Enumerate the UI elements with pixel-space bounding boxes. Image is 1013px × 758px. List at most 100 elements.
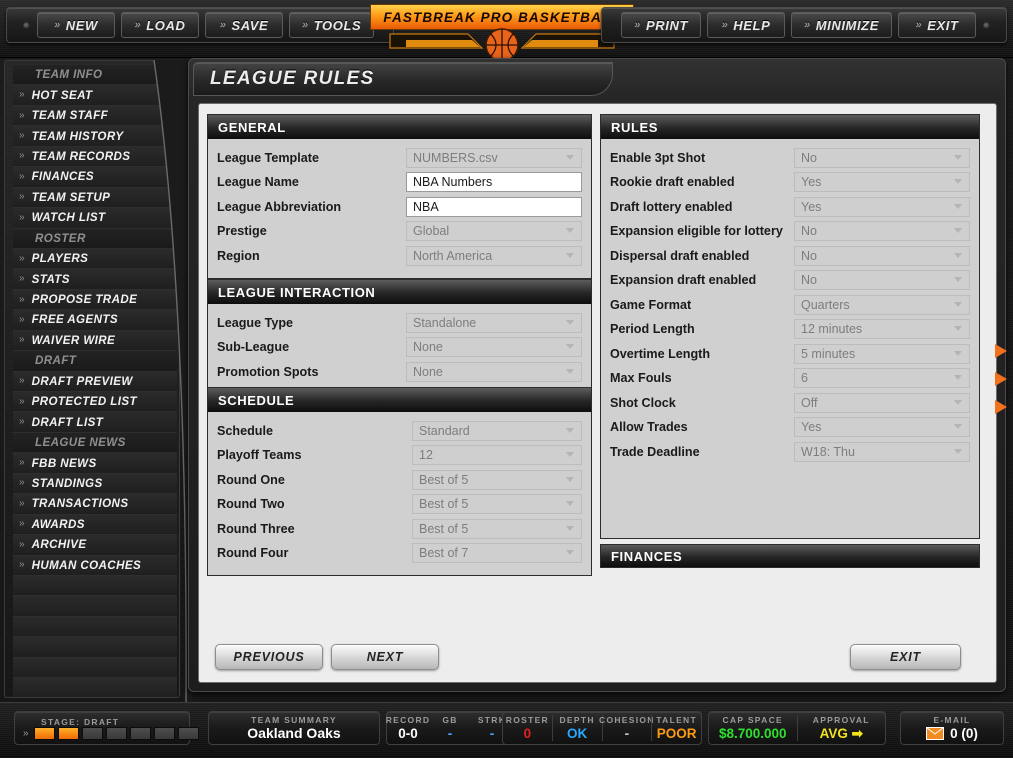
field-label: Round Two [217,497,285,512]
sidebar-item-blank-27 [13,616,177,638]
sidebar-item-archive[interactable]: » ARCHIVE [13,535,177,556]
chevron-down-icon [954,375,963,381]
select-schedule[interactable]: Standard [412,420,582,441]
sidebar-item-draft-list[interactable]: » DRAFT LIST [13,412,177,433]
select-draft-lottery-enabled[interactable]: Yes [794,196,970,217]
sidebar-item-awards[interactable]: » AWARDS [13,514,177,536]
top-menu-right: » PRINT » HELP » MINIMIZE » EXIT [601,7,1007,43]
team-summary-pod: TEAM SUMMARY Oakland Oaks [208,711,380,745]
stat-roster: ROSTER 0 [503,715,552,741]
field-value: NUMBERS.csv [413,150,498,165]
chevron-right-icon: » [19,559,25,571]
sidebar-item-team-records[interactable]: » TEAM RECORDS [13,146,177,168]
select-round-four[interactable]: Best of 7 [412,543,582,564]
select-region[interactable]: North America [406,245,582,266]
sidebar-item-finances[interactable]: » FINANCES [13,167,177,188]
menu-button-minimize[interactable]: » MINIMIZE [790,12,892,38]
section-schedule: SCHEDULE Schedule Standard Playoff Teams 12… [207,387,592,576]
select-round-two[interactable]: Best of 5 [412,494,582,515]
select-max-fouls[interactable]: 6 [794,368,970,389]
menu-button-load[interactable]: » LOAD [121,12,199,38]
sidebar-item-label: DRAFT [35,354,77,368]
sidebar-item-waiver-wire[interactable]: » WAIVER WIRE [13,330,177,352]
select-league-type[interactable]: Standalone [406,312,582,333]
field-value: North America [413,248,493,263]
select-expansion-eligible-for-lottery[interactable]: No [794,221,970,242]
select-league-template[interactable]: NUMBERS.csv [406,147,582,168]
menu-button-label: SAVE [231,17,269,33]
chevron-down-icon [566,319,575,326]
sidebar-item-human-coaches[interactable]: » HUMAN COACHES [13,555,177,576]
sidebar-item-free-agents[interactable]: » FREE AGENTS [13,310,177,331]
select-game-format[interactable]: Quarters [794,294,970,315]
previous-button[interactable]: PREVIOUS [215,644,323,670]
section-header: SCHEDULE [208,388,591,412]
select-round-three[interactable]: Best of 5 [412,518,582,539]
menu-button-label: TOOLS [313,17,362,33]
sidebar-item-team-setup[interactable]: » TEAM SETUP [13,187,177,209]
sidebar-item-draft-preview[interactable]: » DRAFT PREVIEW [13,371,177,392]
arrow-right-icon [995,372,1007,386]
menu-button-exit[interactable]: » EXIT [898,12,976,38]
select-allow-trades[interactable]: Yes [794,417,970,438]
sidebar-item-players[interactable]: » PLAYERS [13,248,177,270]
select-period-length[interactable]: 12 minutes [794,319,970,340]
select-rookie-draft-enabled[interactable]: Yes [794,172,970,193]
menu-button-print[interactable]: » PRINT [621,12,701,38]
select-promotion-spots[interactable]: None [406,361,582,382]
sidebar-nav[interactable]: TEAM INFO » HOT SEAT » TEAM STAFF » TEAM HISTO… [4,60,180,698]
sidebar-item-team-history[interactable]: » TEAM HISTORY [13,126,177,147]
chevron-right-icon: » [19,293,25,305]
sidebar-item-stats[interactable]: » STATS [13,269,177,290]
field-value: Yes [801,175,822,190]
email-pod[interactable]: E-MAIL 0 (0) [900,711,1004,745]
sidebar-item-fbb-news[interactable]: » FBB NEWS [13,453,177,474]
stage-block [33,726,55,740]
menu-button-tools[interactable]: » TOOLS [289,12,375,38]
stat-record: RECORD 0-0 [386,715,429,741]
select-dispersal-draft-enabled[interactable]: No [794,245,970,266]
field-label: Round Four [217,546,289,561]
select-enable-3pt-shot[interactable]: No [794,147,970,168]
main-panel: LEAGUE RULES GENERAL League Template NUMB… [188,58,1006,692]
menu-button-new[interactable]: » NEW [37,12,115,38]
field-row-round-one: Round One Best of 5 [217,468,582,492]
field-value: Standard [419,423,470,438]
select-trade-deadline[interactable]: W18: Thu [794,441,970,462]
chevron-right-icon: » [19,518,25,530]
select-playoff-teams[interactable]: 12 [412,445,582,466]
sidebar-item-team-staff[interactable]: » TEAM STAFF [13,105,177,127]
select-sub-league[interactable]: None [406,337,582,358]
menu-button-help[interactable]: » HELP [706,12,785,38]
field-row-round-three: Round Three Best of 5 [217,517,582,541]
text-input-league-abbreviation[interactable]: NBA [406,196,582,217]
select-expansion-draft-enabled[interactable]: No [794,270,970,291]
sidebar-item-transactions[interactable]: » TRANSACTIONS [13,494,177,515]
sidebar-item-propose-trade[interactable]: » PROPOSE TRADE [13,289,177,311]
exit-button[interactable]: EXIT [850,644,961,670]
select-overtime-length[interactable]: 5 minutes [794,343,970,364]
select-prestige[interactable]: Global [406,221,582,242]
sidebar-item-protected-list[interactable]: » PROTECTED LIST [13,392,177,413]
field-value: W18: Thu [801,444,855,459]
chevron-right-icon: » [19,395,25,407]
sidebar-item-watch-list[interactable]: » WATCH LIST [13,208,177,229]
select-shot-clock[interactable]: Off [794,392,970,413]
sidebar-item-hot-seat[interactable]: » HOT SEAT [13,85,177,106]
text-input-league-name[interactable]: NBA Numbers [406,172,582,193]
field-value: 6 [801,371,808,386]
stat-caption: DEPTH [559,715,595,725]
next-button[interactable]: NEXT [331,644,439,670]
sidebar-item-standings[interactable]: » STANDINGS [13,473,177,495]
field-row-league-template: League Template NUMBERS.csv [217,146,582,170]
select-round-one[interactable]: Best of 5 [412,469,582,490]
field-row-round-four: Round Four Best of 7 [217,542,582,566]
chevron-right-icon: » [19,313,25,325]
sidebar-item-label: DRAFT PREVIEW [31,374,133,388]
menu-button-save[interactable]: » SAVE [205,12,283,38]
finance-pod: CAP SPACE $8.700.000 APPROVAL AVG ➡ [708,711,886,745]
edge-arrow-decorations [991,330,1013,414]
chevron-right-icon: » [803,19,811,31]
arrow-right-icon [995,344,1007,358]
logo-banner: FASTBREAK PRO BASKETBALL [370,4,634,30]
